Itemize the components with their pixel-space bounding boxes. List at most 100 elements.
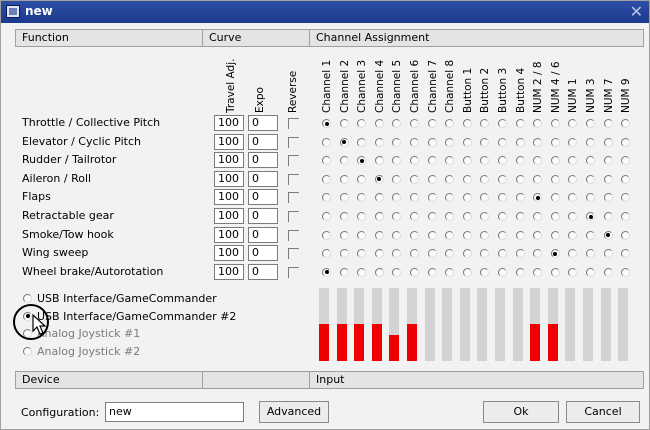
channel-radio[interactable] xyxy=(392,156,402,166)
channel-radio[interactable] xyxy=(357,119,367,128)
channel-radio[interactable] xyxy=(445,230,455,240)
channel-radio[interactable] xyxy=(427,193,437,203)
channel-radio[interactable] xyxy=(586,119,595,128)
channel-radio[interactable] xyxy=(480,193,490,203)
channel-radio[interactable] xyxy=(533,137,543,147)
travel-adj-input[interactable]: 100 xyxy=(214,170,244,187)
channel-radio[interactable] xyxy=(462,267,472,277)
channel-radio[interactable] xyxy=(480,212,490,221)
channel-radio[interactable] xyxy=(339,174,349,184)
channel-radio[interactable] xyxy=(586,267,595,277)
travel-adj-input[interactable]: 100 xyxy=(214,208,244,224)
travel-adj-input[interactable]: 100 xyxy=(214,226,244,243)
channel-radio[interactable] xyxy=(445,193,455,203)
channel-radio[interactable] xyxy=(410,119,419,128)
channel-radio[interactable] xyxy=(357,156,367,166)
channel-radio[interactable] xyxy=(603,230,613,240)
channel-radio[interactable] xyxy=(339,267,349,277)
channel-radio[interactable] xyxy=(322,137,331,147)
channel-radio[interactable] xyxy=(621,137,631,147)
channel-radio[interactable] xyxy=(515,249,525,259)
channel-radio[interactable] xyxy=(374,267,384,277)
channel-radio[interactable] xyxy=(621,212,631,221)
channel-radio[interactable] xyxy=(498,193,507,203)
channel-radio[interactable] xyxy=(515,156,525,166)
channel-radio[interactable] xyxy=(357,212,367,221)
travel-adj-input[interactable]: 100 xyxy=(214,115,244,131)
channel-radio[interactable] xyxy=(357,137,367,147)
channel-radio[interactable] xyxy=(550,174,560,184)
channel-radio[interactable] xyxy=(621,119,631,128)
channel-radio[interactable] xyxy=(357,230,367,240)
travel-adj-input[interactable]: 100 xyxy=(214,189,244,206)
channel-radio[interactable] xyxy=(603,156,613,166)
channel-radio[interactable] xyxy=(568,193,578,203)
channel-radio[interactable] xyxy=(533,267,543,277)
channel-radio[interactable] xyxy=(568,137,578,147)
channel-radio[interactable] xyxy=(550,156,560,166)
channel-radio[interactable] xyxy=(550,212,560,221)
channel-radio[interactable] xyxy=(603,137,613,147)
channel-radio[interactable] xyxy=(357,249,367,259)
channel-radio[interactable] xyxy=(392,174,402,184)
expo-input[interactable]: 0 xyxy=(248,133,278,150)
advanced-button[interactable]: Advanced xyxy=(259,401,329,423)
channel-radio[interactable] xyxy=(410,212,419,221)
channel-radio[interactable] xyxy=(427,267,437,277)
channel-radio[interactable] xyxy=(621,249,631,259)
device-option[interactable]: USB Interface/GameCommander xyxy=(23,291,223,307)
channel-radio[interactable] xyxy=(339,119,349,128)
channel-radio[interactable] xyxy=(410,137,419,147)
channel-radio[interactable] xyxy=(427,119,437,128)
channel-radio[interactable] xyxy=(480,119,490,128)
reverse-checkbox[interactable] xyxy=(288,192,299,204)
channel-radio[interactable] xyxy=(322,230,331,240)
channel-radio[interactable] xyxy=(357,193,367,203)
channel-radio[interactable] xyxy=(322,193,331,203)
reverse-checkbox[interactable] xyxy=(288,118,299,129)
channel-radio[interactable] xyxy=(603,119,613,128)
channel-radio[interactable] xyxy=(480,267,490,277)
channel-radio[interactable] xyxy=(339,249,349,259)
channel-radio[interactable] xyxy=(322,156,331,166)
channel-radio[interactable] xyxy=(550,193,560,203)
expo-input[interactable]: 0 xyxy=(248,226,278,243)
channel-radio[interactable] xyxy=(462,249,472,259)
channel-radio[interactable] xyxy=(603,193,613,203)
channel-radio[interactable] xyxy=(357,267,367,277)
channel-radio[interactable] xyxy=(374,137,384,147)
channel-radio[interactable] xyxy=(498,119,507,128)
reverse-checkbox[interactable] xyxy=(288,211,299,222)
channel-radio[interactable] xyxy=(445,249,455,259)
channel-radio[interactable] xyxy=(498,267,507,277)
channel-radio[interactable] xyxy=(550,137,560,147)
expo-input[interactable]: 0 xyxy=(248,245,278,262)
channel-radio[interactable] xyxy=(498,174,507,184)
channel-radio[interactable] xyxy=(568,119,578,128)
channel-radio[interactable] xyxy=(445,137,455,147)
channel-radio[interactable] xyxy=(392,249,402,259)
channel-radio[interactable] xyxy=(410,230,419,240)
channel-radio[interactable] xyxy=(480,174,490,184)
channel-radio[interactable] xyxy=(586,193,595,203)
channel-radio[interactable] xyxy=(445,119,455,128)
channel-radio[interactable] xyxy=(603,212,613,221)
channel-radio[interactable] xyxy=(621,230,631,240)
channel-radio[interactable] xyxy=(374,174,384,184)
channel-radio[interactable] xyxy=(568,230,578,240)
channel-radio[interactable] xyxy=(586,212,595,221)
channel-radio[interactable] xyxy=(392,119,402,128)
channel-radio[interactable] xyxy=(515,174,525,184)
channel-radio[interactable] xyxy=(550,267,560,277)
expo-input[interactable]: 0 xyxy=(248,263,278,280)
channel-radio[interactable] xyxy=(339,193,349,203)
expo-input[interactable]: 0 xyxy=(248,189,278,206)
channel-radio[interactable] xyxy=(374,156,384,166)
channel-radio[interactable] xyxy=(568,174,578,184)
channel-radio[interactable] xyxy=(410,174,419,184)
channel-radio[interactable] xyxy=(603,174,613,184)
channel-radio[interactable] xyxy=(410,267,419,277)
channel-radio[interactable] xyxy=(392,212,402,221)
channel-radio[interactable] xyxy=(550,249,560,259)
channel-radio[interactable] xyxy=(427,212,437,221)
